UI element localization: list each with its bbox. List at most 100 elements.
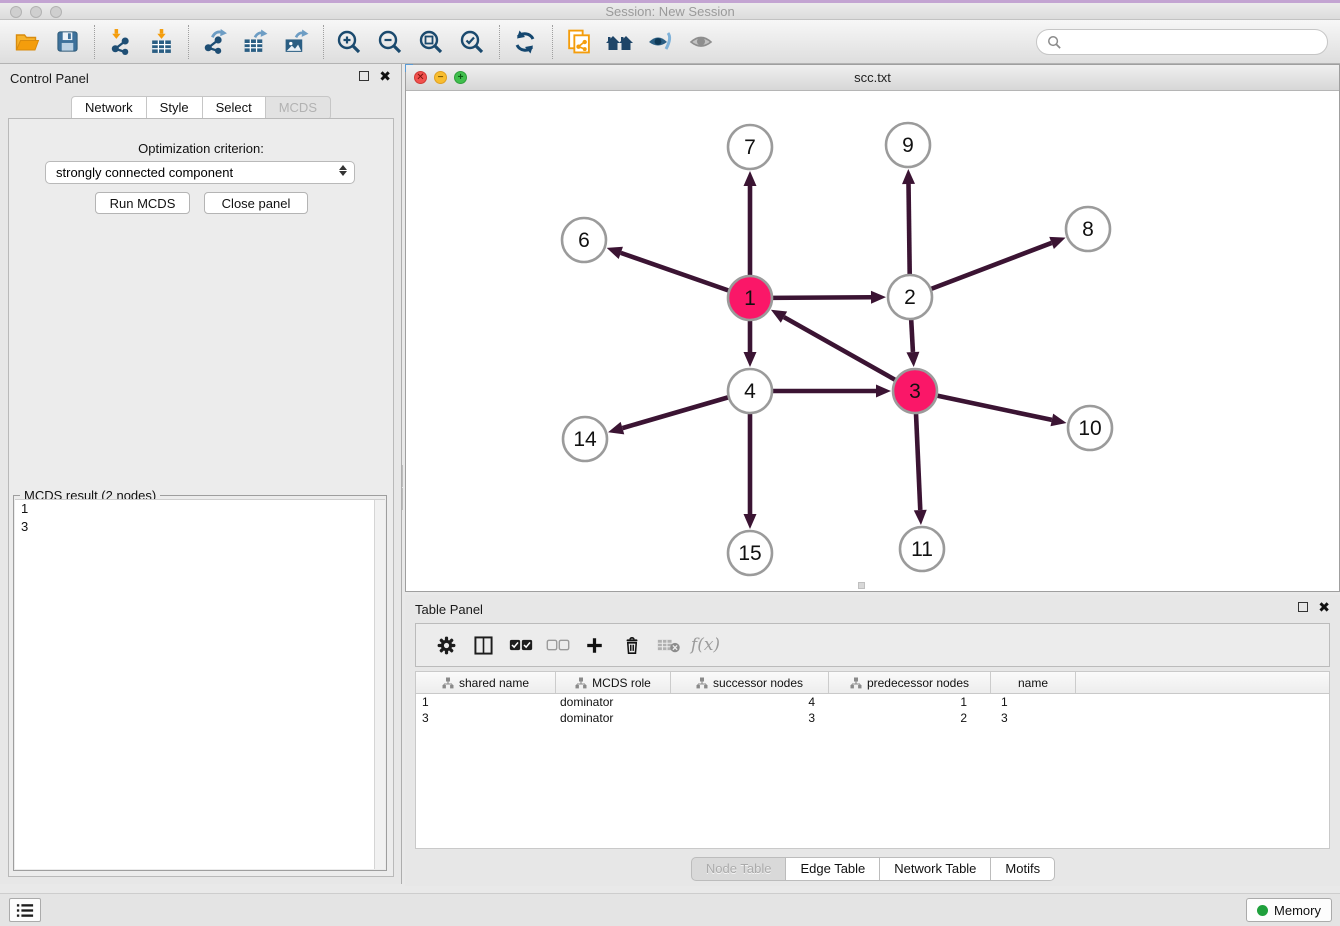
first-neighbors-icon: [604, 29, 635, 55]
export-network-button[interactable]: [198, 25, 230, 59]
result-item[interactable]: 1: [15, 500, 385, 518]
table-cell[interactable]: 3: [671, 710, 829, 726]
horizontal-splitter-grip[interactable]: [858, 582, 865, 589]
window-title: Session: New Session: [0, 4, 1340, 19]
tab-node-table[interactable]: Node Table: [691, 857, 787, 881]
tab-network[interactable]: Network: [71, 96, 147, 120]
table-cell[interactable]: dominator: [556, 694, 671, 710]
main-toolbar: [0, 20, 1340, 64]
table-cell[interactable]: 1: [416, 694, 556, 710]
edge-arrowhead: [914, 510, 927, 525]
search-box: [1036, 29, 1328, 55]
table-cell[interactable]: 1: [829, 694, 991, 710]
table-settings-button[interactable]: [428, 628, 465, 662]
graph-edge-4-14[interactable]: [622, 397, 728, 428]
close-panel-icon[interactable]: ✖: [1318, 602, 1330, 612]
tab-edge-table[interactable]: Edge Table: [785, 857, 880, 881]
export-image-button[interactable]: [280, 25, 312, 59]
tab-mcds[interactable]: MCDS: [265, 96, 331, 120]
zoom-selected-button[interactable]: [456, 25, 488, 59]
graph-edge-1-2[interactable]: [772, 297, 871, 298]
edge-arrowhead: [906, 352, 919, 367]
result-scrollbar[interactable]: [374, 500, 385, 869]
column-header-predecessor-nodes[interactable]: predecessor nodes: [829, 672, 991, 693]
hide-selected-button[interactable]: [644, 25, 676, 59]
export-table-button[interactable]: [239, 25, 271, 59]
zoom-fit-button[interactable]: [415, 25, 447, 59]
node-label: 14: [573, 428, 597, 451]
table-cell[interactable]: 1: [991, 694, 1076, 710]
mcds-result-list[interactable]: 13: [15, 499, 385, 869]
import-table-button[interactable]: [145, 25, 177, 59]
first-neighbors-button[interactable]: [603, 25, 635, 59]
table-cell[interactable]: 3: [416, 710, 556, 726]
table-cell[interactable]: 4: [671, 694, 829, 710]
zoom-out-button[interactable]: [374, 25, 406, 59]
table-row[interactable]: 3dominator323: [416, 710, 1329, 726]
graph-edge-2-9[interactable]: [909, 184, 910, 275]
zoom-fit-icon: [418, 29, 444, 55]
data-type-icon: [442, 677, 454, 689]
column-header-shared-name[interactable]: shared name: [416, 672, 556, 693]
function-builder-button[interactable]: f(x): [687, 628, 724, 662]
table-cell[interactable]: dominator: [556, 710, 671, 726]
graph-edge-3-10[interactable]: [937, 396, 1052, 420]
list-icon: [16, 903, 34, 918]
result-item[interactable]: 3: [15, 518, 385, 536]
close-panel-icon[interactable]: ✖: [379, 71, 391, 81]
open-session-button[interactable]: [10, 25, 42, 59]
search-icon: [1047, 35, 1062, 50]
table-row[interactable]: 1dominator411: [416, 694, 1329, 710]
memory-button[interactable]: Memory: [1246, 898, 1332, 922]
close-panel-button[interactable]: Close panel: [204, 192, 308, 214]
tab-network-table[interactable]: Network Table: [879, 857, 991, 881]
edge-arrowhead: [1050, 414, 1066, 427]
tab-style[interactable]: Style: [146, 96, 203, 120]
edge-arrowhead: [871, 291, 886, 304]
select-all-columns-button[interactable]: [502, 628, 539, 662]
show-all-button[interactable]: [685, 25, 717, 59]
export-table-icon: [241, 28, 269, 55]
column-header-label: shared name: [459, 676, 529, 690]
delete-column-button[interactable]: [613, 628, 650, 662]
network-graph: 7968124314101511: [406, 91, 1339, 591]
memory-label: Memory: [1274, 903, 1321, 918]
delete-table-icon: [657, 636, 681, 654]
control-panel-tabs: NetworkStyleSelectMCDS: [0, 96, 401, 120]
tab-motifs[interactable]: Motifs: [990, 857, 1055, 881]
run-mcds-button[interactable]: Run MCDS: [95, 192, 190, 214]
table-cell[interactable]: 3: [991, 710, 1076, 726]
import-network-button[interactable]: [104, 25, 136, 59]
column-header-name[interactable]: name: [991, 672, 1076, 693]
show-column-button[interactable]: [465, 628, 502, 662]
task-history-button[interactable]: [9, 898, 41, 922]
add-column-button[interactable]: [576, 628, 613, 662]
table-cell[interactable]: 2: [829, 710, 991, 726]
graph-edge-1-6[interactable]: [621, 253, 729, 291]
column-header-successor-nodes[interactable]: successor nodes: [671, 672, 829, 693]
network-canvas[interactable]: 7968124314101511: [406, 91, 1339, 591]
delete-table-button[interactable]: [650, 628, 687, 662]
column-header-MCDS-role[interactable]: MCDS role: [556, 672, 671, 693]
zoom-in-button[interactable]: [333, 25, 365, 59]
zoom-selected-icon: [459, 29, 485, 55]
node-label: 11: [911, 538, 933, 561]
tab-select[interactable]: Select: [202, 96, 266, 120]
optimization-criterion-select[interactable]: strongly connected component: [45, 161, 355, 184]
graph-edge-2-3[interactable]: [911, 319, 913, 352]
column-header-label: name: [1018, 676, 1048, 690]
duplicate-network-button[interactable]: [562, 25, 594, 59]
edge-arrowhead: [1049, 237, 1065, 249]
node-label: 10: [1078, 417, 1101, 440]
deselect-all-columns-button[interactable]: [539, 628, 576, 662]
float-panel-icon[interactable]: [1298, 602, 1308, 612]
network-window-titlebar: ✕ − + scc.txt: [406, 65, 1339, 91]
graph-edge-3-11[interactable]: [916, 413, 920, 510]
search-input[interactable]: [1068, 35, 1317, 50]
graph-edge-3-1[interactable]: [784, 317, 896, 380]
save-session-button[interactable]: [51, 25, 83, 59]
graph-edge-2-8[interactable]: [931, 243, 1052, 289]
float-panel-icon[interactable]: [359, 71, 369, 81]
node-label: 8: [1082, 218, 1094, 241]
refresh-button[interactable]: [509, 25, 541, 59]
